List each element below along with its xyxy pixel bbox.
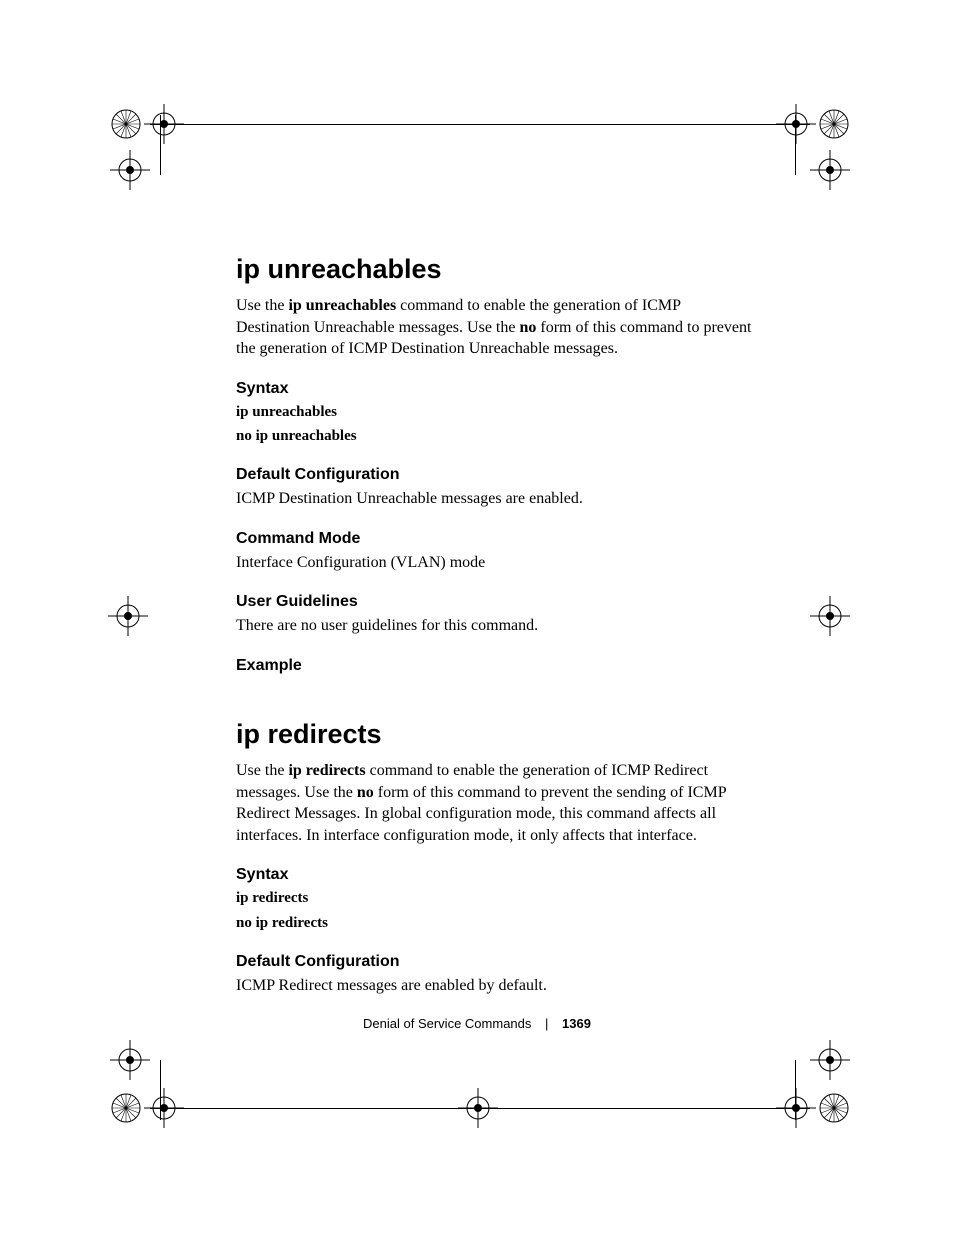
page: ip unreachables Use the ip unreachables … [0, 0, 954, 1235]
heading-mode: Command Mode [236, 530, 756, 548]
register-mark-icon [110, 108, 142, 140]
text: Use the [236, 297, 288, 314]
heading-syntax: Syntax [236, 380, 756, 398]
body-text: There are no user guidelines for this co… [236, 615, 756, 637]
heading-default: Default Configuration [236, 466, 756, 484]
syntax-line: ip unreachables [236, 402, 756, 422]
page-footer: Denial of Service Commands | 1369 [0, 1016, 954, 1031]
register-mark-icon [144, 1088, 184, 1128]
body-text: ICMP Destination Unreachable messages ar… [236, 488, 756, 510]
page-number: 1369 [562, 1016, 591, 1031]
register-mark-icon [810, 150, 850, 190]
register-mark-icon [776, 1088, 816, 1128]
crop-line [150, 124, 810, 125]
register-mark-icon [110, 1040, 150, 1080]
register-mark-icon [818, 1092, 850, 1124]
body-text: Interface Configuration (VLAN) mode [236, 552, 756, 574]
section-intro: Use the ip redirects command to enable t… [236, 760, 756, 846]
register-mark-icon [108, 596, 148, 636]
register-mark-icon [818, 108, 850, 140]
register-mark-icon [144, 104, 184, 144]
register-mark-icon [110, 1092, 142, 1124]
section-title: ip unreachables [236, 254, 756, 285]
register-mark-icon [110, 150, 150, 190]
syntax-line: no ip redirects [236, 913, 756, 933]
command-name: ip redirects [288, 762, 365, 779]
syntax-line: no ip unreachables [236, 426, 756, 446]
register-mark-icon [776, 104, 816, 144]
keyword-no: no [357, 784, 374, 801]
command-name: ip unreachables [288, 297, 396, 314]
register-mark-icon [810, 596, 850, 636]
heading-default: Default Configuration [236, 953, 756, 971]
footer-section: Denial of Service Commands [363, 1016, 531, 1031]
body-text: ICMP Redirect messages are enabled by de… [236, 975, 756, 997]
syntax-line: ip redirects [236, 888, 756, 908]
text: Use the [236, 762, 288, 779]
heading-example: Example [236, 657, 756, 675]
footer-separator: | [545, 1016, 548, 1031]
keyword-no: no [519, 319, 536, 336]
section-title: ip redirects [236, 719, 756, 750]
register-mark-icon [458, 1088, 498, 1128]
page-content: ip unreachables Use the ip unreachables … [236, 254, 756, 1003]
section-intro: Use the ip unreachables command to enabl… [236, 295, 756, 360]
heading-guidelines: User Guidelines [236, 593, 756, 611]
heading-syntax: Syntax [236, 866, 756, 884]
register-mark-icon [810, 1040, 850, 1080]
